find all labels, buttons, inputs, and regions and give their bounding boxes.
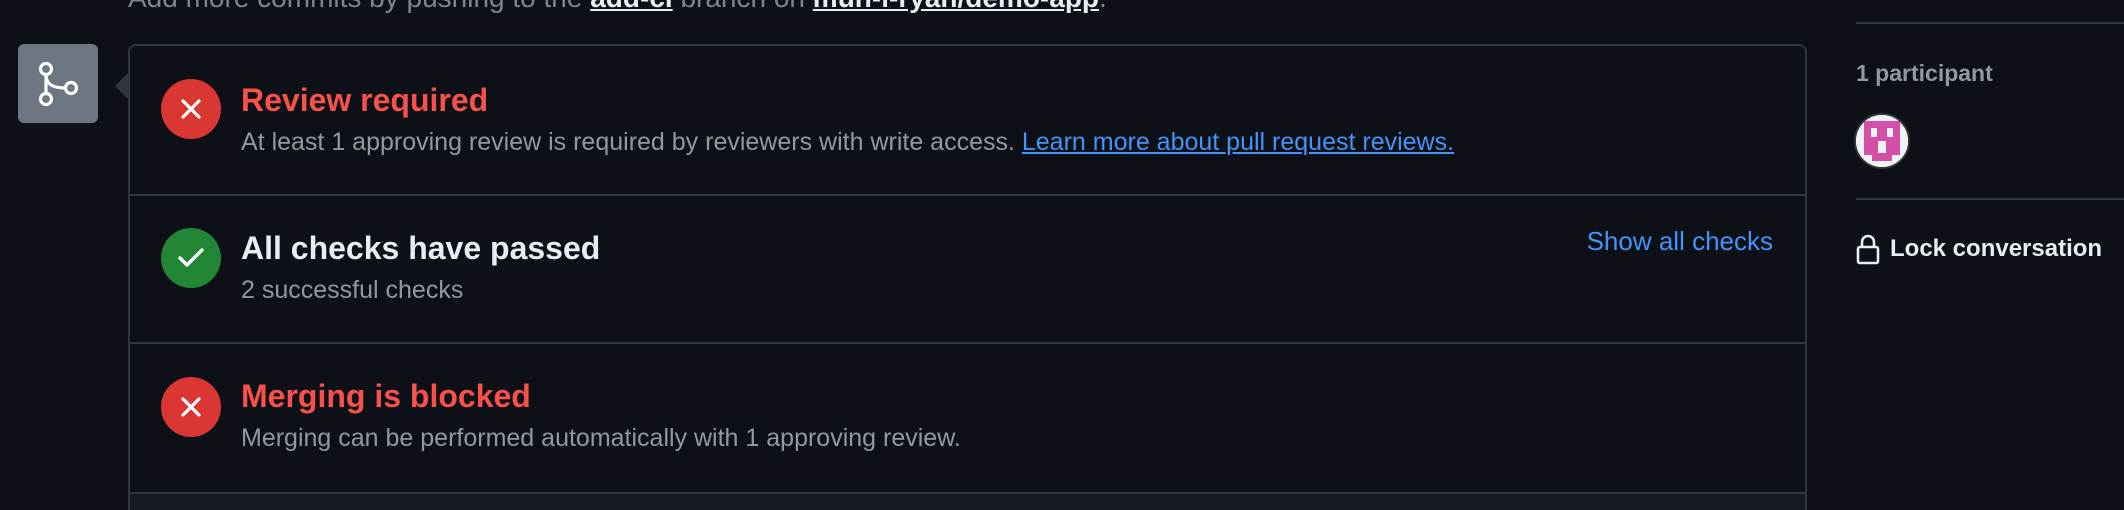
checks-passed-section: All checks have passed 2 successful chec… bbox=[130, 196, 1805, 342]
checks-passed-description: 2 successful checks bbox=[241, 276, 464, 304]
lock-conversation-button[interactable]: Lock conversation bbox=[1856, 233, 2102, 265]
lock-icon bbox=[1856, 234, 1880, 265]
push-hint-suffix: . bbox=[1099, 0, 1107, 13]
lock-conversation-label: Lock conversation bbox=[1890, 235, 2103, 262]
show-all-checks-link[interactable]: Show all checks bbox=[1587, 226, 1773, 257]
repo-link[interactable]: mun-i-ryan/demo-app bbox=[813, 0, 1099, 13]
merging-blocked-title: Merging is blocked bbox=[241, 378, 531, 414]
next-section bbox=[130, 494, 1805, 510]
merging-blocked-section: Merging is blocked Merging can be perfor… bbox=[130, 344, 1805, 492]
x-icon bbox=[161, 377, 221, 437]
merging-blocked-description: Merging can be performed automatically w… bbox=[241, 424, 961, 452]
review-required-description: At least 1 approving review is required … bbox=[241, 128, 1454, 157]
participants-label: 1 participant bbox=[1856, 60, 1993, 86]
review-required-section: Review required At least 1 approving rev… bbox=[130, 46, 1805, 194]
pull-request-merge-area: Add more commits by pushing to the add-c… bbox=[0, 0, 2124, 510]
identicon bbox=[1856, 115, 1908, 167]
check-icon bbox=[161, 228, 221, 288]
panel-caret bbox=[115, 72, 129, 100]
avatar[interactable] bbox=[1854, 113, 1910, 169]
checks-passed-title: All checks have passed bbox=[241, 230, 601, 266]
learn-more-link[interactable]: Learn more about pull request reviews. bbox=[1022, 128, 1454, 156]
review-required-text: At least 1 approving review is required … bbox=[241, 128, 1022, 156]
push-hint-prefix: Add more commits by pushing to the bbox=[128, 0, 590, 13]
sidebar-divider bbox=[1856, 22, 2124, 24]
git-merge-icon bbox=[18, 44, 98, 123]
merge-status-panel: Review required At least 1 approving rev… bbox=[128, 44, 1807, 510]
push-hint-middle: branch on bbox=[673, 0, 813, 13]
git-merge-icon-graphic bbox=[38, 61, 79, 106]
sidebar-divider bbox=[1856, 198, 2124, 200]
x-icon bbox=[161, 79, 221, 139]
review-required-title: Review required bbox=[241, 82, 489, 118]
push-hint: Add more commits by pushing to the add-c… bbox=[128, 0, 1107, 14]
branch-link[interactable]: add-ci bbox=[590, 0, 672, 13]
